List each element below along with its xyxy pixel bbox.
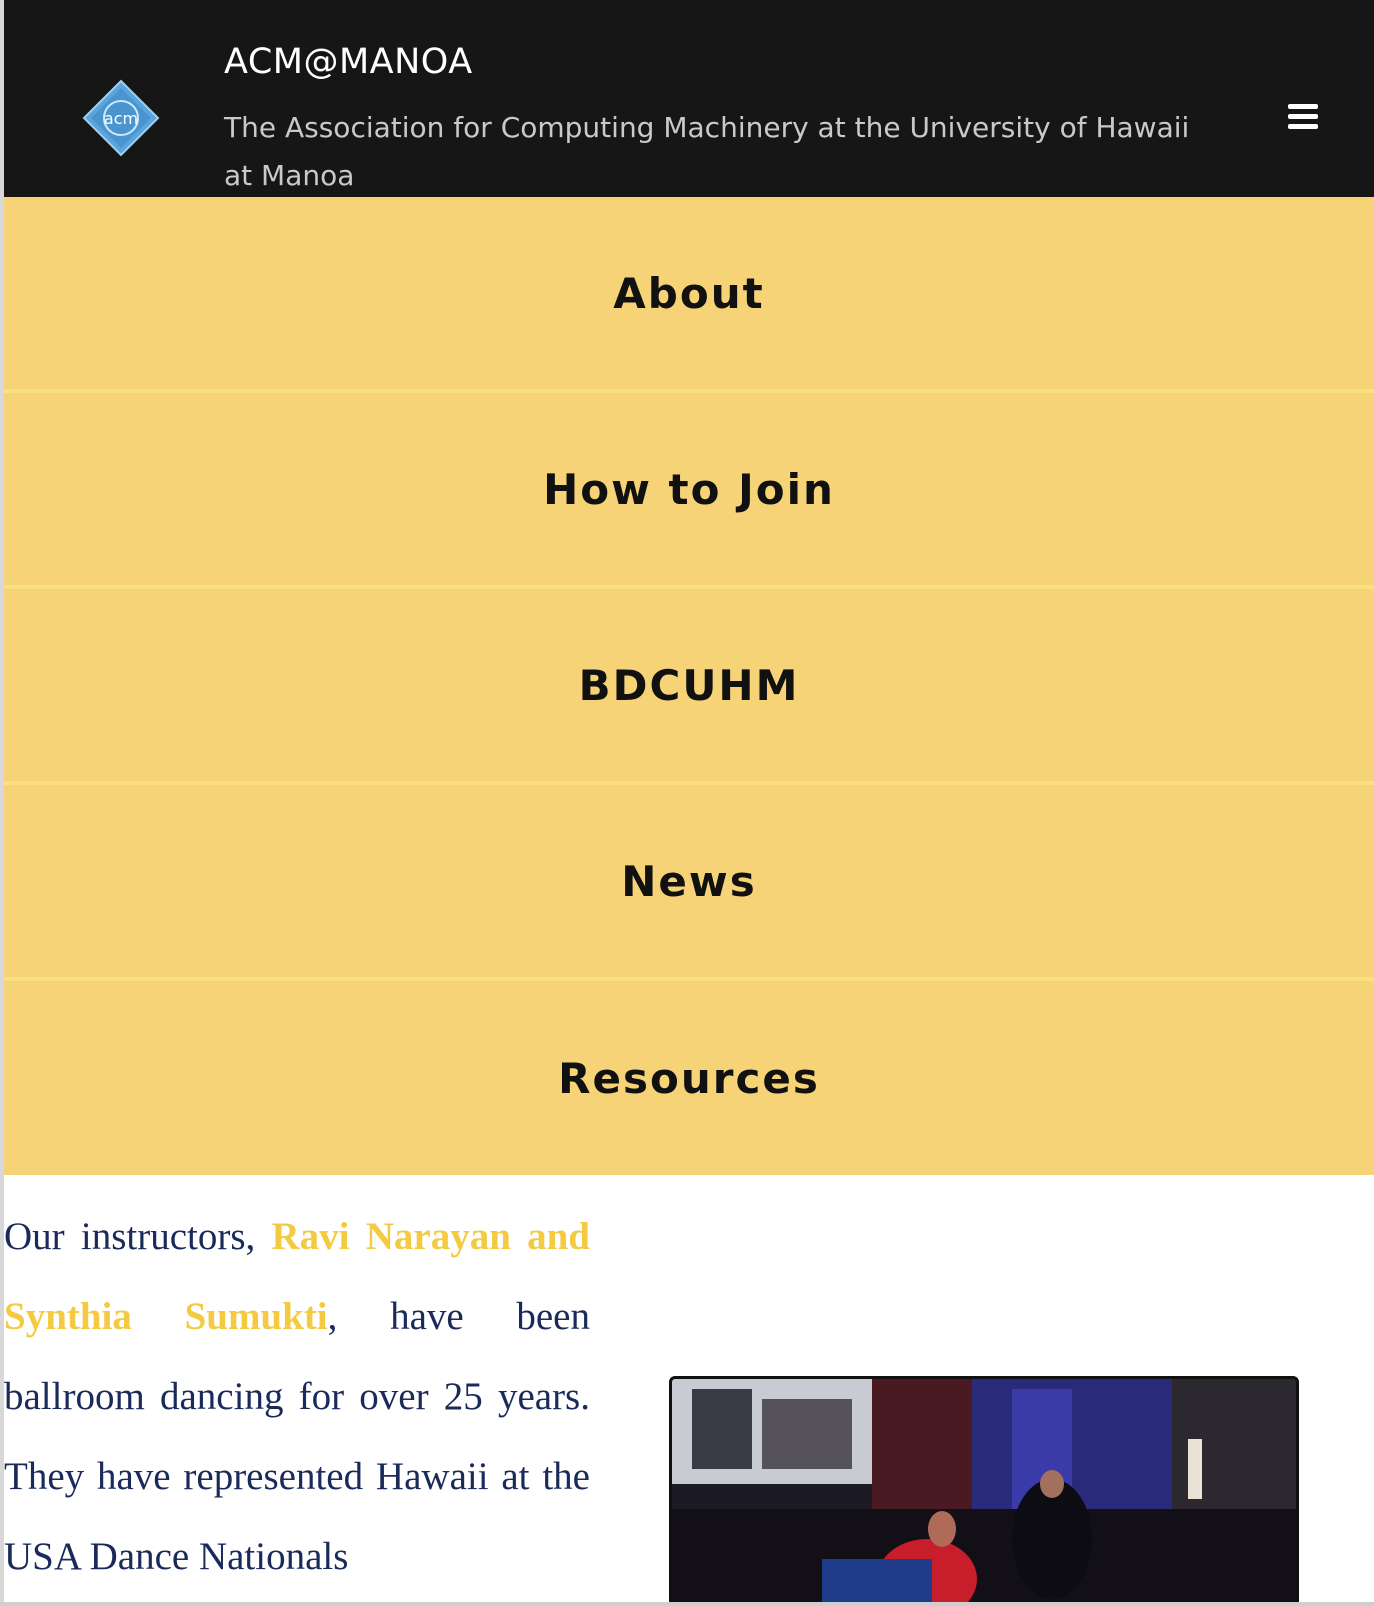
nav-item-bdcuhm[interactable]: BDCUHM bbox=[4, 589, 1374, 785]
nav-item-label: BDCUHM bbox=[578, 660, 800, 710]
site-subtitle: The Association for Computing Machinery … bbox=[224, 111, 1190, 192]
dance-photo bbox=[669, 1376, 1299, 1602]
acm-logo-icon[interactable]: acm bbox=[82, 79, 160, 157]
main-content: Our instructors, Ravi Narayan and Synthi… bbox=[4, 1177, 1374, 1602]
nav-item-label: News bbox=[621, 856, 757, 906]
nav-item-how-to-join[interactable]: How to Join bbox=[4, 393, 1374, 589]
nav-item-label: Resources bbox=[558, 1053, 820, 1103]
hamburger-menu-icon[interactable] bbox=[1288, 104, 1318, 130]
site-title[interactable]: ACM@MANOA bbox=[224, 42, 473, 82]
nav-item-label: How to Join bbox=[543, 464, 835, 514]
nav-item-resources[interactable]: Resources bbox=[4, 981, 1374, 1175]
logo-text: acm bbox=[104, 109, 138, 128]
paragraph-text-start: Our instructors, bbox=[4, 1215, 272, 1258]
window-edge-bottom bbox=[0, 1602, 1374, 1606]
instructors-paragraph: Our instructors, Ravi Narayan and Synthi… bbox=[4, 1197, 590, 1597]
page: acm ACM@MANOA The Association for Comput… bbox=[4, 0, 1374, 1602]
main-nav: About How to Join BDCUHM News Resources bbox=[4, 197, 1374, 1175]
site-header: acm ACM@MANOA The Association for Comput… bbox=[4, 0, 1374, 197]
nav-item-about[interactable]: About bbox=[4, 197, 1374, 393]
nav-item-label: About bbox=[613, 268, 765, 318]
nav-item-news[interactable]: News bbox=[4, 785, 1374, 981]
